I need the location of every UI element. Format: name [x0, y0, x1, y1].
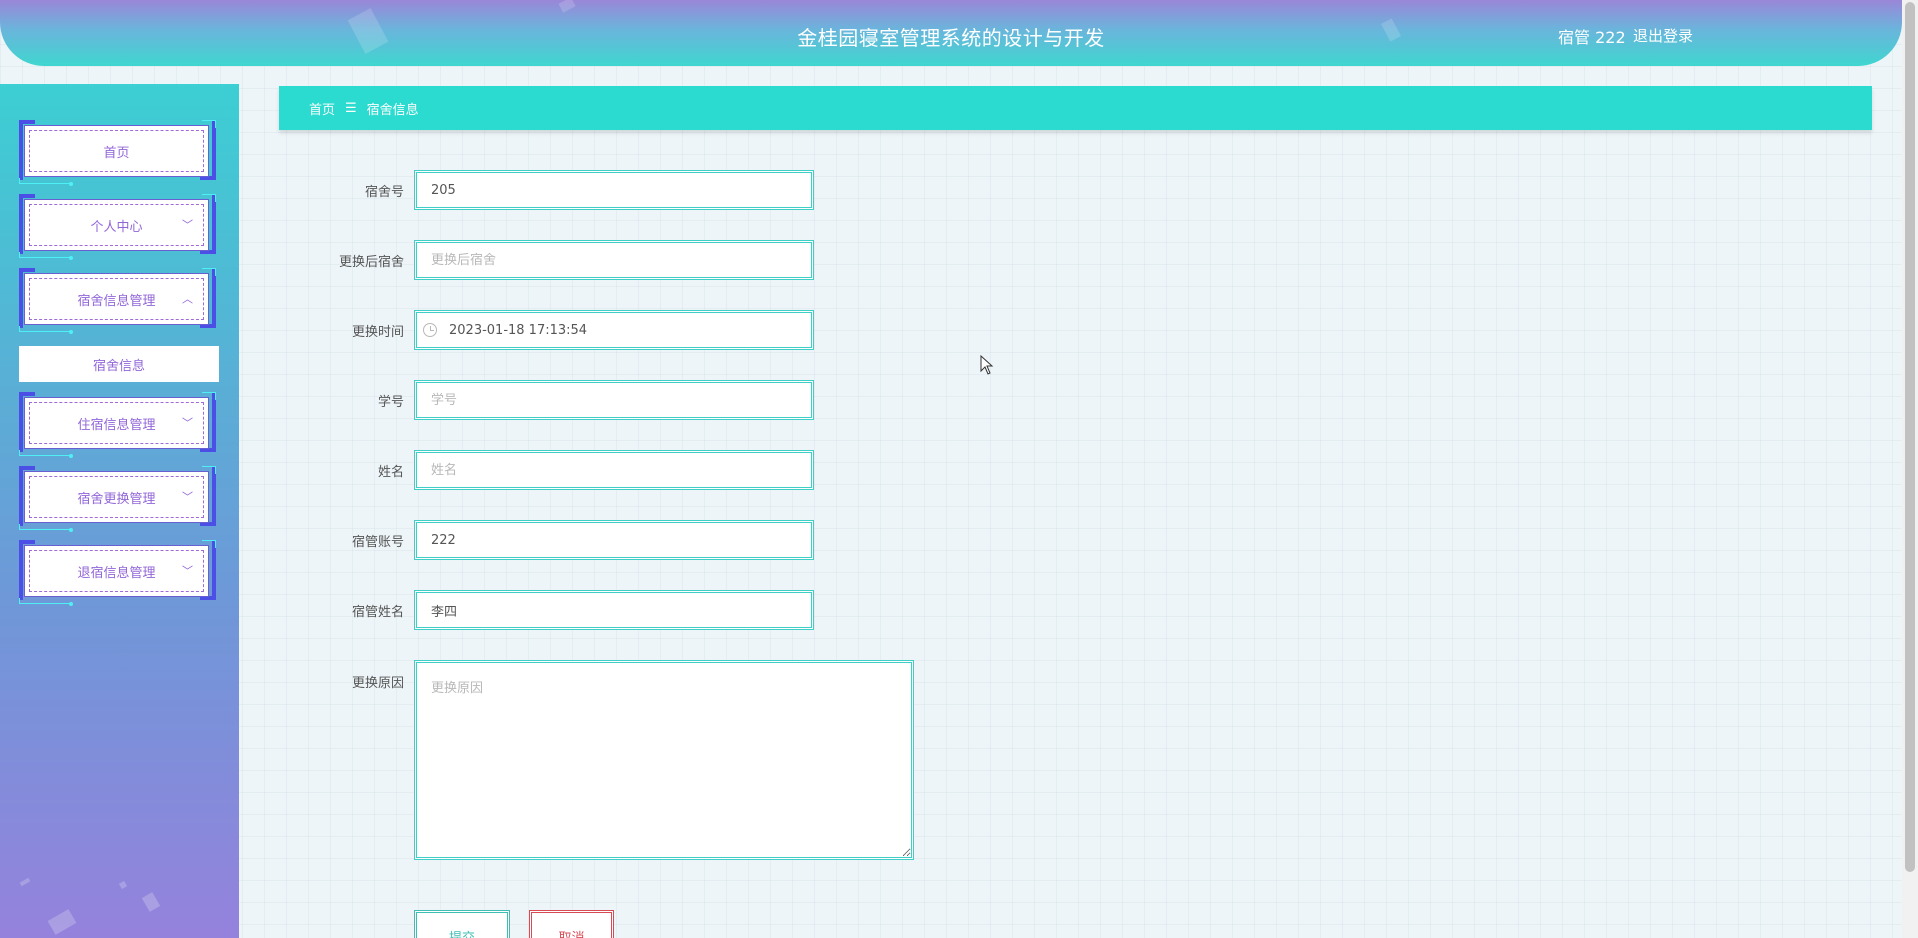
- dorm-no-label: 宿舍号: [364, 185, 404, 200]
- mouse-cursor-icon: [980, 355, 994, 375]
- header-decoration: [558, 0, 576, 13]
- logout-link[interactable]: 退出登录: [1633, 25, 1693, 46]
- manager-name-input[interactable]: [414, 590, 814, 630]
- sidebar-item-dorm-info-management[interactable]: 宿舍信息管理 ︿: [19, 268, 216, 334]
- sidebar-item-label: 住宿信息管理: [77, 417, 156, 433]
- manager-name-label: 宿管姓名: [351, 605, 404, 620]
- cancel-button[interactable]: 取消: [529, 910, 614, 938]
- reason-label: 更换原因: [351, 676, 404, 691]
- page-scrollbar[interactable]: [1902, 0, 1918, 938]
- sidebar-decoration: [141, 892, 161, 912]
- new-dorm-label: 更换后宿舍: [338, 255, 404, 270]
- change-time-label: 更换时间: [351, 325, 404, 340]
- chevron-down-icon: ﹀: [182, 490, 193, 504]
- submit-button[interactable]: 提交: [414, 910, 510, 938]
- sidebar-item-personal-center[interactable]: 个人中心 ﹀: [19, 194, 216, 260]
- name-label: 姓名: [377, 465, 404, 480]
- sidebar-decoration: [118, 880, 128, 890]
- clock-icon: [423, 323, 437, 337]
- chevron-down-icon: ﹀: [182, 564, 193, 578]
- sidebar-decoration: [47, 909, 77, 935]
- breadcrumb: 首页 ☰ 宿舍信息: [279, 86, 1872, 130]
- chevron-down-icon: ﹀: [182, 218, 193, 232]
- change-time-picker[interactable]: [414, 310, 814, 350]
- chevron-down-icon: ﹀: [182, 416, 193, 430]
- name-input[interactable]: [414, 450, 814, 490]
- sidebar-item-checkout-management[interactable]: 退宿信息管理 ﹀: [19, 540, 216, 606]
- reason-textarea[interactable]: [414, 660, 914, 860]
- sidebar-item-label: 首页: [103, 145, 130, 161]
- current-user: 宿管 222: [1558, 28, 1626, 47]
- sidebar-item-dorm-change-management[interactable]: 宿舍更换管理 ﹀: [19, 466, 216, 532]
- dorm-no-input[interactable]: [414, 170, 814, 210]
- sidebar-item-label: 退宿信息管理: [77, 565, 156, 581]
- sidebar-item-label: 个人中心: [90, 219, 143, 235]
- sidebar-decoration: [19, 877, 31, 887]
- sidebar-item-accommodation-management[interactable]: 住宿信息管理 ﹀: [19, 392, 216, 458]
- scrollbar-thumb[interactable]: [1905, 2, 1915, 872]
- breadcrumb-home[interactable]: 首页: [309, 99, 335, 118]
- top-header: 金桂园寝室管理系统的设计与开发 宿管 222 退出登录: [0, 0, 1902, 66]
- breadcrumb-current: 宿舍信息: [366, 102, 419, 118]
- student-no-label: 学号: [377, 395, 404, 410]
- sidebar-item-label: 宿舍更换管理: [77, 491, 156, 507]
- menu-icon: ☰: [345, 100, 357, 116]
- sidebar-item-home[interactable]: 首页: [19, 120, 216, 186]
- sidebar-item-label: 宿舍信息管理: [77, 293, 156, 309]
- student-no-input[interactable]: [414, 380, 814, 420]
- manager-account-label: 宿管账号: [351, 535, 404, 550]
- manager-account-input[interactable]: [414, 520, 814, 560]
- sidebar-subitem-dorm-info[interactable]: 宿舍信息: [19, 346, 219, 382]
- chevron-up-icon: ︿: [182, 292, 193, 306]
- new-dorm-input[interactable]: [414, 240, 814, 280]
